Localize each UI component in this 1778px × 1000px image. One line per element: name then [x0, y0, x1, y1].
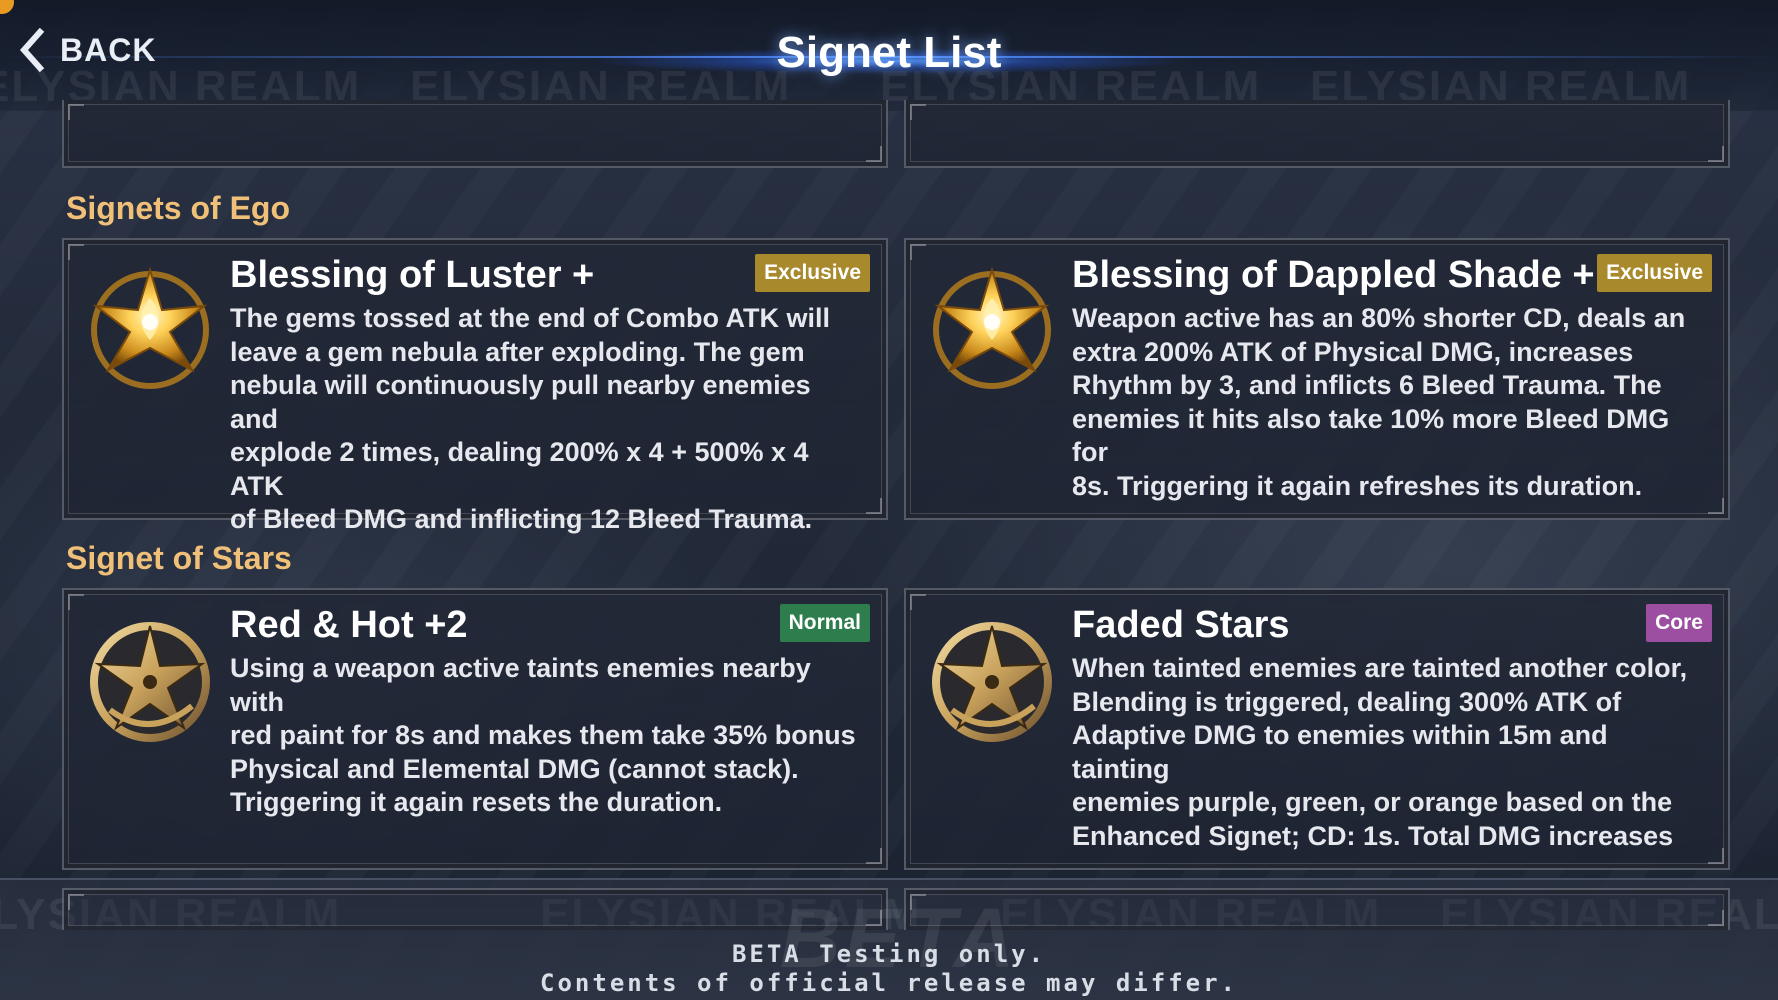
signet-card-red-and-hot[interactable]: Red & Hot +2 Normal Using a weapon activ… [62, 588, 888, 870]
signet-card-blessing-of-luster[interactable]: Blessing of Luster + Exclusive The gems … [62, 238, 888, 534]
signet-description: Weapon active has an 80% shorter CD, dea… [1072, 303, 1686, 501]
chevron-left-icon [19, 28, 45, 72]
back-label: BACK [60, 31, 157, 68]
signet-name: Red & Hot +2 [230, 604, 468, 646]
signet-description: Using a weapon active taints enemies nea… [230, 653, 856, 817]
section-title-stars: Signet of Stars [66, 540, 292, 576]
rarity-badge-exclusive: Exclusive [1597, 254, 1712, 292]
rarity-badge-exclusive: Exclusive [755, 254, 870, 292]
signet-card-blessing-of-dappled-shade[interactable]: Blessing of Dappled Shade + Exclusive We… [904, 238, 1730, 520]
beta-notice-line-1: BETA Testing only. [731, 940, 1047, 968]
rarity-badge-normal: Normal [779, 604, 870, 642]
bronze-star-emblem-icon [90, 622, 210, 742]
signet-name: Blessing of Luster + [230, 254, 595, 296]
beta-notice-line-2: Contents of official release may differ. [540, 969, 1238, 997]
signet-name: Faded Stars [1072, 604, 1290, 646]
section-title-ego: Signets of Ego [66, 190, 290, 226]
signet-card-partial-top-left[interactable] [62, 100, 888, 168]
signet-list-screen: ELYSIAN REALM ELYSIAN REALM ELYSIAN REAL… [0, 0, 1778, 1000]
signet-card-partial-top-right[interactable] [904, 100, 1730, 168]
golden-lotus-star-icon [91, 266, 209, 389]
signet-card-faded-stars[interactable]: Faded Stars Core When tainted enemies ar… [904, 588, 1730, 870]
signet-card-partial-bottom-right[interactable] [904, 888, 1730, 930]
golden-lotus-star-icon [933, 266, 1051, 389]
signet-description: The gems tossed at the end of Combo ATK … [230, 303, 831, 534]
signet-name: Blessing of Dappled Shade + [1072, 254, 1595, 296]
signet-card-partial-bottom-left[interactable] [62, 888, 888, 930]
bronze-star-emblem-icon [932, 622, 1052, 742]
rarity-badge-core: Core [1646, 604, 1712, 642]
page-title: Signet List [776, 28, 1002, 77]
back-button[interactable]: BACK [18, 28, 156, 72]
signet-description: When tainted enemies are tainted another… [1072, 653, 1688, 851]
